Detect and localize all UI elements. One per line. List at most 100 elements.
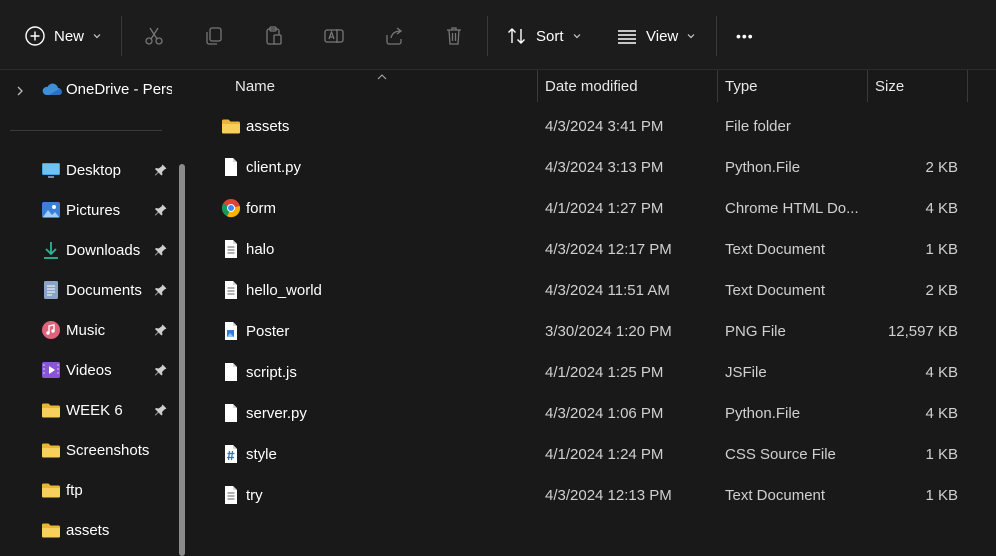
rename-button[interactable] xyxy=(323,18,345,54)
sort-button-label: Sort xyxy=(536,27,564,45)
file-row[interactable]: style 4/1/2024 1:24 PM CSS Source File 1 KB xyxy=(195,436,996,477)
sidebar-item-onedrive[interactable]: OneDrive - Personal xyxy=(0,78,180,102)
sidebar-item-pictures[interactable]: Pictures xyxy=(0,192,180,228)
copy-button[interactable] xyxy=(203,18,225,54)
column-resize-handle[interactable] xyxy=(967,70,968,102)
onedrive-cloud-icon xyxy=(40,80,62,100)
file-name: server.py xyxy=(246,405,307,422)
sort-button[interactable]: Sort xyxy=(506,18,582,54)
file-name: style xyxy=(246,446,277,463)
rename-icon xyxy=(323,25,345,47)
pin-icon[interactable] xyxy=(154,363,168,377)
file-name: halo xyxy=(246,241,275,258)
clipboard-icon xyxy=(263,25,285,47)
folder-icon xyxy=(221,116,241,136)
file-type: Text Document xyxy=(725,487,826,504)
pin-icon[interactable] xyxy=(154,403,168,417)
file-size: 1 KB xyxy=(925,487,958,504)
sidebar-item-assets[interactable]: assets xyxy=(0,512,180,548)
music-icon xyxy=(41,320,61,340)
file-row[interactable]: script.js 4/1/2024 1:25 PM JSFile 4 KB xyxy=(195,354,996,395)
text-doc-icon xyxy=(221,485,241,505)
toolbar-divider xyxy=(121,16,122,56)
image-file-icon xyxy=(221,321,241,341)
sort-icon xyxy=(506,25,528,47)
column-resize-handle[interactable] xyxy=(717,70,718,102)
share-button[interactable] xyxy=(383,18,405,54)
pin-icon[interactable] xyxy=(154,163,168,177)
file-date-modified: 4/3/2024 3:41 PM xyxy=(545,118,664,135)
sidebar-item-videos[interactable]: Videos xyxy=(0,352,180,388)
file-size: 1 KB xyxy=(925,241,958,258)
view-button-label: View xyxy=(646,27,679,45)
text-doc-icon xyxy=(221,239,241,259)
pin-icon[interactable] xyxy=(154,323,168,337)
file-date-modified: 4/3/2024 12:13 PM xyxy=(545,487,672,504)
sidebar-item-label: Music xyxy=(66,321,106,339)
column-header-date-modified[interactable]: Date modified xyxy=(545,78,638,95)
column-header-name[interactable]: Name xyxy=(235,78,275,95)
column-header-type[interactable]: Type xyxy=(725,78,758,95)
sidebar-item-desktop[interactable]: Desktop xyxy=(0,152,180,188)
new-button[interactable]: New xyxy=(24,18,102,54)
chevron-right-icon[interactable] xyxy=(14,84,26,96)
sidebar-item-label: Videos xyxy=(66,361,112,379)
file-date-modified: 3/30/2024 1:20 PM xyxy=(545,323,672,340)
pin-icon[interactable] xyxy=(154,243,168,257)
file-size: 4 KB xyxy=(925,200,958,217)
cut-button[interactable] xyxy=(143,18,165,54)
file-date-modified: 4/3/2024 3:13 PM xyxy=(545,159,664,176)
more-options-button[interactable]: ••• xyxy=(736,18,754,54)
list-view-icon xyxy=(616,25,638,47)
folder-icon xyxy=(41,440,61,460)
sidebar-item-downloads[interactable]: Downloads xyxy=(0,232,180,268)
sidebar-item-ftp[interactable]: ftp xyxy=(0,472,180,508)
file-name: form xyxy=(246,200,276,217)
paste-button[interactable] xyxy=(263,18,285,54)
file-row[interactable]: server.py 4/3/2024 1:06 PM Python.File 4 KB xyxy=(195,395,996,436)
file-type: CSS Source File xyxy=(725,446,836,463)
documents-icon xyxy=(41,280,61,300)
file-type: Text Document xyxy=(725,282,826,299)
file-type: Python.File xyxy=(725,159,801,176)
file-row[interactable]: client.py 4/3/2024 3:13 PM Python.File 2 KB xyxy=(195,149,996,190)
file-row[interactable]: Poster 3/30/2024 1:20 PM PNG File 12,597 KB xyxy=(195,313,996,354)
file-row[interactable]: halo 4/3/2024 12:17 PM Text Document 1 KB xyxy=(195,231,996,272)
delete-button[interactable] xyxy=(443,18,465,54)
file-name: hello_world xyxy=(246,282,322,299)
file-date-modified: 4/3/2024 12:17 PM xyxy=(545,241,672,258)
column-header-size[interactable]: Size xyxy=(875,78,904,95)
column-resize-handle[interactable] xyxy=(867,70,868,102)
pin-icon[interactable] xyxy=(154,203,168,217)
new-button-label: New xyxy=(54,27,85,45)
downloads-icon xyxy=(41,240,61,260)
sort-ascending-icon xyxy=(377,68,387,80)
file-row[interactable]: form 4/1/2024 1:27 PM Chrome HTML Do... 4 K… xyxy=(195,190,996,231)
sidebar-scrollbar[interactable] xyxy=(179,164,185,556)
sidebar-item-screenshots[interactable]: Screenshots xyxy=(0,432,180,468)
column-resize-handle[interactable] xyxy=(537,70,538,102)
file-type: Text Document xyxy=(725,241,826,258)
file-row[interactable]: hello_world 4/3/2024 11:51 AM Text Documen… xyxy=(195,272,996,313)
file-name: try xyxy=(246,487,263,504)
more-icon: ••• xyxy=(736,28,754,44)
chevron-down-icon xyxy=(92,31,102,41)
pin-icon[interactable] xyxy=(154,283,168,297)
file-row[interactable]: assets 4/3/2024 3:41 PM File folder xyxy=(195,108,996,149)
view-button[interactable]: View xyxy=(616,18,696,54)
sidebar-item-music[interactable]: Music xyxy=(0,312,180,348)
pictures-icon xyxy=(41,200,61,220)
sidebar-item-label: OneDrive - Personal xyxy=(66,81,172,98)
toolbar-divider xyxy=(487,16,488,56)
sidebar-divider xyxy=(10,130,162,131)
file-row[interactable]: try 4/3/2024 12:13 PM Text Document 1 KB xyxy=(195,477,996,518)
sidebar-item-documents[interactable]: Documents xyxy=(0,272,180,308)
command-bar: New Sort View ••• xyxy=(0,0,996,70)
sidebar-item-week-6[interactable]: WEEK 6 xyxy=(0,392,180,428)
toolbar-divider xyxy=(716,16,717,56)
share-icon xyxy=(383,25,405,47)
file-type: Python.File xyxy=(725,405,801,422)
file-name: client.py xyxy=(246,159,302,176)
sidebar-item-label: Desktop xyxy=(66,161,122,179)
text-doc-icon xyxy=(221,280,241,300)
